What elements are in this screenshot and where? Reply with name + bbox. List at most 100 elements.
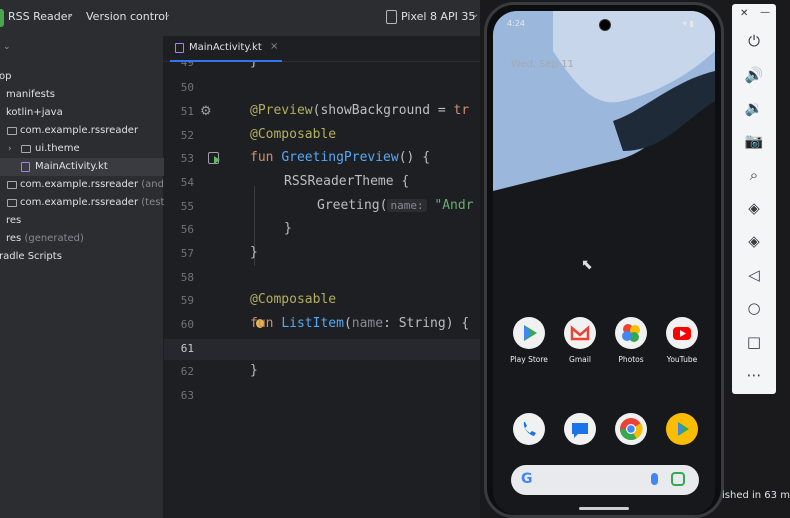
code-line-59: @Composable — [250, 292, 337, 307]
camera-icon[interactable]: 📷 — [743, 130, 765, 152]
package-icon — [7, 181, 17, 189]
tree-item-label: ui.theme — [35, 143, 80, 154]
phone-screen[interactable]: 4:24 ▾ ▮ Wed, Sep 11 ⬉ Play Store Gmail — [493, 11, 715, 515]
volume-down-icon[interactable]: 🔉 — [743, 97, 765, 119]
code-line-54: RSSReaderTheme { — [284, 174, 410, 189]
current-line-highlight — [164, 339, 484, 360]
tree-item-manifests[interactable]: manifests — [0, 86, 164, 104]
version-control-menu[interactable]: Version control — [86, 10, 168, 23]
wallpaper — [493, 11, 715, 191]
tab-mainactivity[interactable]: MainActivity.kt × — [170, 36, 282, 62]
line-number: 62 — [180, 365, 194, 378]
tree-item-ui-theme[interactable]: › ui.theme — [0, 140, 164, 158]
code-editor[interactable]: 49 50 51 52 53 54 55 56 57 58 59 60 61 6… — [164, 62, 484, 518]
line-number: 61 — [180, 342, 194, 355]
package-icon — [7, 127, 17, 135]
rotate-left-icon[interactable]: ◈ — [743, 197, 765, 219]
app-phone[interactable] — [509, 413, 549, 445]
tree-item-res[interactable]: res — [0, 212, 164, 230]
tree-item-app[interactable]: op — [0, 68, 164, 86]
tree-item-res-generated[interactable]: res (generated) — [0, 230, 164, 248]
project-name[interactable]: RSS Reader — [8, 10, 72, 23]
app-chrome[interactable] — [611, 413, 651, 445]
chevron-right-icon[interactable]: › — [8, 140, 12, 158]
close-icon[interactable]: ✕ — [740, 8, 748, 19]
chevron-down-icon[interactable]: ⌄ — [66, 9, 74, 20]
run-preview-icon[interactable] — [208, 152, 220, 164]
tree-item-label: op — [0, 71, 12, 82]
phone-icon — [513, 413, 545, 445]
gesture-nav-handle[interactable] — [579, 507, 629, 510]
package-icon — [7, 199, 17, 207]
tree-item-label: MainActivity.kt — [35, 161, 108, 172]
home-icon[interactable]: ○ — [743, 297, 765, 319]
code-line-57: } — [250, 245, 258, 260]
tree-item-label: com.example.rssreader — [20, 125, 139, 136]
app-play-games[interactable] — [662, 413, 702, 445]
tree-item-package-android-test[interactable]: com.example.rssreader (andro — [0, 176, 174, 194]
chrome-icon — [615, 413, 647, 445]
app-label: Gmail — [569, 355, 591, 364]
code-line-53: fun GreetingPreview() { — [250, 150, 431, 165]
device-selector[interactable]: Pixel 8 API 35 — [401, 10, 475, 23]
line-number: 57 — [180, 247, 194, 260]
build-status-text: ished in 63 m — [722, 490, 790, 501]
project-badge — [0, 9, 4, 27]
line-number: 63 — [180, 389, 194, 402]
front-camera — [599, 19, 611, 31]
rotate-right-icon[interactable]: ◈ — [743, 230, 765, 252]
tree-item-suffix: (generated) — [21, 233, 84, 244]
overview-icon[interactable]: □ — [743, 331, 765, 353]
tree-item-label: res — [6, 215, 22, 226]
kotlin-file-icon — [175, 43, 184, 53]
tree-item-mainactivity[interactable]: MainActivity.kt — [0, 158, 164, 176]
tree-item-kotlin-java[interactable]: kotlin+java — [0, 104, 164, 122]
volume-up-icon[interactable]: 🔊 — [743, 64, 765, 86]
line-number: 49 — [180, 62, 194, 69]
line-number: 60 — [180, 318, 194, 331]
gear-icon[interactable]: ⚙ — [200, 104, 212, 119]
line-number: 58 — [180, 271, 194, 284]
code-line-55: Greeting(name: "Andr — [317, 198, 474, 213]
chevron-down-icon[interactable]: ⌄ — [163, 9, 171, 20]
mic-icon[interactable] — [651, 473, 658, 485]
code-line-62: } — [250, 363, 258, 378]
tree-item-package[interactable]: com.example.rssreader — [0, 122, 164, 140]
date-widget[interactable]: Wed, Sep 11 — [511, 59, 574, 70]
app-play-store[interactable]: Play Store — [509, 317, 549, 364]
line-number: 55 — [180, 200, 194, 213]
tree-item-package-test[interactable]: com.example.rssreader (test) — [0, 194, 168, 212]
package-icon — [21, 145, 31, 153]
emulator-controls: ✕ — ⏻ 🔊 🔉 📷 ⌕ ◈ ◈ ◁ ○ □ ⋯ — [732, 4, 776, 394]
zoom-icon[interactable]: ⌕ — [743, 164, 765, 186]
more-icon[interactable]: ⋯ — [743, 364, 765, 386]
app-label: Photos — [618, 355, 644, 364]
line-number: 56 — [180, 223, 194, 236]
minimize-icon[interactable]: — — [760, 7, 770, 18]
google-search-bar[interactable]: G — [511, 465, 699, 495]
app-messages[interactable] — [560, 413, 600, 445]
play-games-icon — [666, 413, 698, 445]
app-photos[interactable]: Photos — [611, 317, 651, 364]
status-time: 4:24 — [507, 19, 525, 28]
lens-icon[interactable] — [671, 472, 685, 486]
tree-item-gradle-scripts[interactable]: radle Scripts — [0, 248, 164, 266]
app-label: YouTube — [666, 355, 698, 364]
app-youtube[interactable]: YouTube — [662, 317, 702, 364]
back-icon[interactable]: ◁ — [743, 264, 765, 286]
status-icons: ▾ ▮ — [683, 19, 694, 28]
phone-frame: 4:24 ▾ ▮ Wed, Sep 11 ⬉ Play Store Gmail — [484, 2, 724, 518]
chevron-down-icon[interactable]: ⌄ — [3, 42, 11, 52]
app-gmail[interactable]: Gmail — [560, 317, 600, 364]
line-number: 51 — [180, 105, 194, 118]
close-icon[interactable]: × — [270, 41, 278, 52]
code-line-49: } — [250, 62, 258, 69]
messages-icon — [564, 413, 596, 445]
code-line-52: @Composable — [250, 127, 337, 142]
line-number: 50 — [180, 81, 194, 94]
youtube-icon — [666, 317, 698, 349]
chevron-down-icon[interactable]: ⌄ — [471, 9, 479, 20]
tree-item-label: com.example.rssreader — [20, 179, 139, 190]
power-icon[interactable]: ⏻ — [743, 30, 765, 52]
app-label: Play Store — [510, 355, 548, 364]
